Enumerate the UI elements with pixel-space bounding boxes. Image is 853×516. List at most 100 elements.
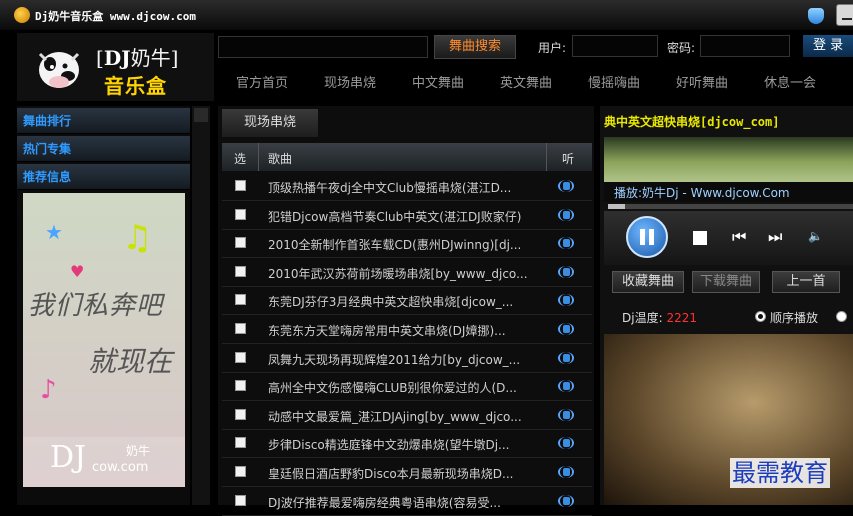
nav-item-live-mix[interactable]: 现场串烧 [324, 72, 376, 91]
row-checkbox[interactable] [235, 494, 246, 506]
promo-text-line2: 就现在 [88, 345, 173, 378]
search-button[interactable]: 舞曲搜索 [434, 35, 516, 59]
tab-live-mix[interactable]: 现场串烧 [222, 109, 318, 137]
watermark: 最需教育 [730, 458, 830, 488]
nav-item-chinese[interactable]: 中文舞曲 [412, 72, 464, 91]
listen-icon[interactable] [556, 377, 578, 395]
window-title: Dj奶牛音乐盒 www.djcow.com [35, 10, 196, 23]
listen-icon[interactable] [556, 349, 578, 367]
table-row[interactable]: 顶级热播午夜dj全中文Club慢摇串烧(湛江D... [222, 173, 592, 201]
row-checkbox[interactable] [235, 237, 246, 249]
listen-icon[interactable] [556, 234, 578, 252]
search-input[interactable] [218, 36, 428, 58]
shield-icon[interactable] [808, 8, 824, 24]
song-title[interactable]: 动感中文最爱篇_湛江DJAjing[by_www_djco... [268, 408, 546, 425]
next-track-icon[interactable]: ⏭ [768, 228, 786, 246]
table-row[interactable]: 2010全新制作首张车载CD(惠州DJwinng)[dj... [222, 230, 592, 259]
listen-icon[interactable] [556, 463, 578, 481]
login-button[interactable]: 登 录 [803, 35, 853, 57]
music-note-pink-icon: ♪ [40, 375, 57, 405]
listen-icon[interactable] [556, 406, 578, 424]
listen-icon[interactable] [556, 492, 578, 510]
row-checkbox[interactable] [235, 351, 246, 363]
song-title[interactable]: 凤舞九天现场再现辉煌2011给力[by_djcow_... [268, 351, 546, 368]
table-row[interactable]: 犯错Djcow高档节奏Club中英文(湛江DJ败家仔) [222, 202, 592, 230]
previous-button[interactable]: 上一首 [772, 271, 840, 293]
song-title[interactable]: 皇廷假日酒店野豹Disco本月最新现场串烧D... [268, 465, 546, 482]
app-icon [14, 7, 30, 23]
column-divider [258, 143, 259, 171]
minimize-button[interactable] [836, 4, 853, 26]
song-title[interactable]: 犯错Djcow高档节奏Club中英文(湛江DJ败家仔) [268, 208, 546, 225]
promo-logo-dj: DJ [50, 440, 87, 475]
nav-item-nice[interactable]: 好听舞曲 [676, 72, 728, 91]
username-field[interactable] [572, 35, 658, 57]
order-play-radio[interactable] [755, 311, 766, 322]
row-checkbox[interactable] [235, 323, 246, 334]
nav-item-slow[interactable]: 慢摇嗨曲 [588, 72, 640, 91]
row-checkbox[interactable] [235, 180, 246, 191]
heat-value: 2221 [666, 311, 697, 325]
sidebar-item-ranking[interactable]: 舞曲排行 [17, 108, 190, 134]
random-play-radio[interactable] [836, 311, 847, 322]
song-title[interactable]: 东莞东方天堂嗨房常用中英文串烧(DJ嫜挪)... [268, 322, 546, 339]
table-row[interactable]: 步律Disco精选庭锋中文劲爆串烧(望牛墩Dj... [222, 430, 592, 459]
row-checkbox[interactable] [235, 380, 246, 392]
row-checkbox[interactable] [235, 265, 246, 277]
table-row[interactable]: 2010年武汉苏荷前场暖场串烧[by_www_djco... [222, 259, 592, 287]
scrollbar-up-arrow[interactable] [194, 108, 208, 122]
progress-fill [608, 204, 626, 209]
volume-icon[interactable]: 🔈 [808, 229, 823, 245]
progress-bar[interactable] [608, 204, 853, 209]
song-title[interactable]: 2010全新制作首张车载CD(惠州DJwinng)[dj... [268, 236, 546, 253]
password-field[interactable] [700, 35, 790, 57]
password-label: 密码: [667, 41, 696, 55]
table-row[interactable]: 高州全中文伤感慢嗨CLUB别很你爱过的人(D... [222, 373, 592, 402]
main-nav: 官方首页 现场串烧 中文舞曲 英文舞曲 慢摇嗨曲 好听舞曲 休息一会 [218, 62, 853, 98]
table-row[interactable]: 凤舞九天现场再现辉煌2011给力[by_djcow_... [222, 345, 592, 373]
listen-icon[interactable] [556, 263, 578, 281]
download-button[interactable]: 下载舞曲 [692, 271, 760, 293]
previous-track-icon[interactable]: ⏮ [732, 228, 750, 246]
table-row[interactable]: 东莞东方天堂嗨房常用中英文串烧(DJ嫜挪)... [222, 316, 592, 344]
music-note-icon: ♫ [122, 218, 153, 258]
now-playing-text: 播放:奶牛Dj - Www.djcow.Com [614, 186, 790, 200]
sidebar-scrollbar[interactable] [192, 106, 210, 505]
table-row[interactable]: 皇廷假日酒店野豹Disco本月最新现场串烧D... [222, 459, 592, 487]
promo-text-line1: 我们私奔吧 [28, 291, 164, 321]
nav-item-rest[interactable]: 休息一会 [764, 72, 816, 91]
table-row[interactable]: DJ波仔推荐最爱嗨房经典粤语串烧(容易受... [222, 488, 592, 516]
cow-logo-icon [38, 52, 80, 88]
pause-button[interactable] [626, 216, 668, 258]
listen-icon[interactable] [556, 177, 578, 195]
header-select: 选 [234, 152, 247, 166]
song-title[interactable]: 东莞DJ芬仔3月经典中英文超快串烧[djcow_... [268, 293, 546, 310]
star-icon: ★ [45, 220, 63, 244]
song-title[interactable]: 高州全中文伤感慢嗨CLUB别很你爱过的人(D... [268, 379, 546, 396]
listen-icon[interactable] [556, 320, 578, 338]
table-row[interactable]: 东莞DJ芬仔3月经典中英文超快串烧[djcow_... [222, 287, 592, 316]
sidebar-item-albums[interactable]: 热门专集 [17, 136, 190, 162]
listen-icon[interactable] [556, 291, 578, 309]
sidebar-item-recommend[interactable]: 推荐信息 [17, 164, 190, 190]
promo-logo-cow: cow.com [92, 460, 149, 475]
row-checkbox[interactable] [235, 294, 246, 306]
row-checkbox[interactable] [235, 437, 246, 449]
listen-icon[interactable] [556, 206, 578, 224]
row-checkbox[interactable] [235, 408, 246, 420]
order-play-label: 顺序播放 [770, 311, 819, 325]
song-title[interactable]: 步律Disco精选庭锋中文劲爆串烧(望牛墩Dj... [268, 436, 546, 453]
song-title[interactable]: DJ波仔推荐最爱嗨房经典粤语串烧(容易受... [268, 494, 546, 511]
stop-button[interactable] [693, 231, 707, 245]
song-title[interactable]: 2010年武汉苏荷前场暖场串烧[by_www_djco... [268, 265, 546, 282]
nav-item-english[interactable]: 英文舞曲 [500, 72, 552, 91]
listen-icon[interactable] [556, 434, 578, 452]
heat-label: Dj温度: 2221 [622, 311, 697, 325]
row-checkbox[interactable] [235, 208, 246, 220]
table-row[interactable]: 动感中文最爱篇_湛江DJAjing[by_www_djco... [222, 402, 592, 430]
nav-item-home[interactable]: 官方首页 [236, 72, 288, 91]
song-title[interactable]: 顶级热播午夜dj全中文Club慢摇串烧(湛江D... [268, 179, 546, 196]
collect-button[interactable]: 收藏舞曲 [612, 271, 684, 293]
row-checkbox[interactable] [235, 466, 246, 477]
player-title: 典中英文超快串烧[djcow_com] [604, 115, 780, 129]
